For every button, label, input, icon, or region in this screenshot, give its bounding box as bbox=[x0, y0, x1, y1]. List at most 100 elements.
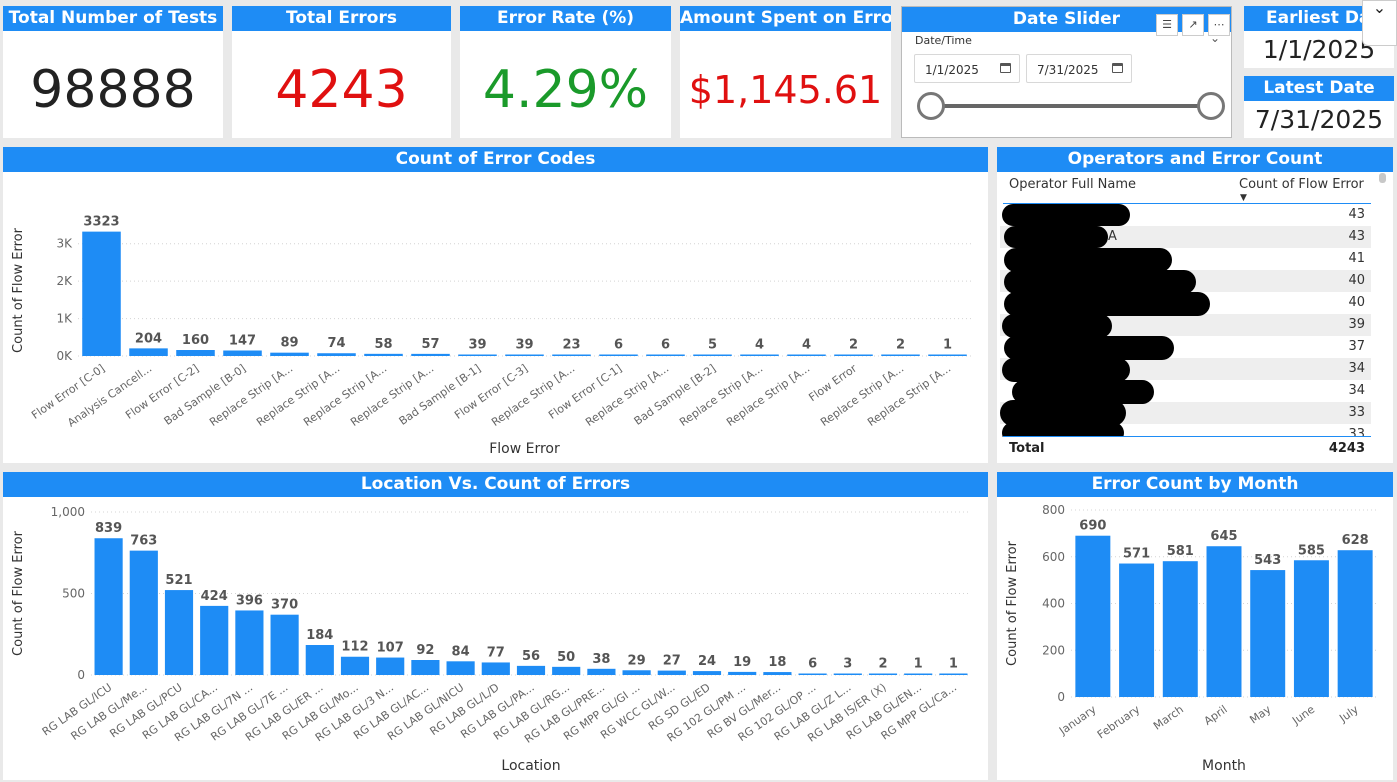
end-date-input[interactable]: 7/31/2025 bbox=[1026, 54, 1132, 83]
data-label: 39 bbox=[468, 338, 486, 353]
bar bbox=[164, 590, 194, 675]
redacted-name bbox=[1004, 292, 1210, 316]
calendar-icon[interactable] bbox=[1112, 63, 1123, 73]
bar bbox=[235, 610, 264, 675]
data-label: 424 bbox=[201, 589, 228, 604]
kpi-total-tests-value: 98888 bbox=[30, 60, 196, 120]
y-tick-label: 3K bbox=[56, 237, 73, 251]
y-tick-label: 800 bbox=[1042, 503, 1065, 517]
x-tick-label: February bbox=[1095, 703, 1143, 742]
bar bbox=[599, 354, 638, 356]
chevron-down-icon[interactable]: ⌄ bbox=[1210, 31, 1220, 45]
data-label: 112 bbox=[341, 640, 368, 655]
filter-icon[interactable]: ☰ bbox=[1156, 14, 1178, 36]
y-axis-title: Count of Flow Error bbox=[1005, 540, 1020, 666]
bar bbox=[1206, 546, 1242, 697]
bar bbox=[622, 670, 651, 675]
data-label: 24 bbox=[698, 654, 716, 669]
data-label: 57 bbox=[421, 337, 439, 352]
sort-descending-icon[interactable]: ▼ bbox=[1240, 193, 1247, 203]
kpi-total-tests-card: Total Number of Tests 98888 bbox=[3, 6, 223, 138]
data-label: 58 bbox=[374, 337, 392, 352]
location-chart: 05001,000839RG LAB GL/ICU763RG LAB GL/Me… bbox=[11, 505, 971, 774]
kpi-total-errors-card: Total Errors 4243 bbox=[232, 6, 451, 138]
x-tick-label: Bad Sample [B-0] bbox=[162, 362, 249, 428]
calendar-icon[interactable] bbox=[1000, 63, 1011, 73]
y-tick-label: 500 bbox=[62, 587, 85, 601]
collapse-chevron-icon[interactable]: ⌄ bbox=[1362, 0, 1397, 46]
error-codes-chart-card: Count of Error Codes 0K 1K 2K 3K 3323 Flow Er… bbox=[3, 147, 988, 463]
bar bbox=[129, 348, 168, 356]
data-label: 6 bbox=[808, 657, 817, 672]
kpi-total-errors-value: 4243 bbox=[275, 60, 408, 120]
focus-mode-icon[interactable]: ↗ bbox=[1182, 14, 1204, 36]
month-chart: 0 200 400 600 800 690 January 571 February 581 Mar… bbox=[1005, 503, 1377, 774]
bar bbox=[129, 550, 158, 675]
data-label: 6 bbox=[614, 338, 623, 353]
bar bbox=[868, 673, 898, 675]
bar bbox=[834, 354, 873, 356]
x-tick-label: Replace Strip [A... bbox=[865, 362, 953, 429]
data-label: 204 bbox=[135, 331, 162, 346]
bar bbox=[270, 352, 309, 356]
bar bbox=[740, 354, 779, 356]
bar bbox=[928, 354, 967, 356]
bar bbox=[411, 660, 440, 675]
x-tick-label: Replace Strip [A... bbox=[489, 362, 577, 429]
data-label: 50 bbox=[557, 650, 575, 665]
kpi-error-rate-title: Error Rate (%) bbox=[460, 6, 671, 31]
kpi-total-tests-title: Total Number of Tests bbox=[3, 6, 223, 31]
x-tick-label: Replace Strip [A... bbox=[724, 362, 812, 429]
kpi-error-rate-value: 4.29% bbox=[482, 60, 649, 120]
table-scrollbar[interactable] bbox=[1379, 173, 1386, 183]
bar bbox=[516, 665, 546, 675]
data-label: 645 bbox=[1210, 529, 1237, 544]
data-label: 3 bbox=[843, 657, 852, 672]
bar bbox=[728, 671, 757, 675]
bar bbox=[587, 668, 616, 675]
bar bbox=[692, 671, 722, 675]
data-label: 5 bbox=[708, 338, 717, 353]
data-label: 2 bbox=[878, 657, 887, 672]
kpi-amount-spent-value: $1,145.61 bbox=[688, 68, 883, 112]
bar bbox=[376, 657, 405, 675]
x-tick-label: April bbox=[1202, 703, 1230, 728]
y-tick-label: 0 bbox=[77, 668, 85, 682]
x-tick-label: Replace Strip [A... bbox=[301, 362, 389, 429]
bar bbox=[763, 672, 792, 675]
start-date-input[interactable]: 1/1/2025 bbox=[914, 54, 1020, 83]
x-tick-label: Replace Strip [A... bbox=[254, 362, 342, 429]
bar bbox=[270, 614, 299, 675]
error-codes-chart: 0K1K2K3K3323Flow Error [C-0]204Analysis … bbox=[11, 215, 971, 457]
data-label: 107 bbox=[377, 641, 404, 656]
redacted-name bbox=[1002, 204, 1130, 226]
slider-end-handle[interactable] bbox=[1197, 92, 1225, 120]
data-label: 84 bbox=[452, 644, 470, 659]
kpi-total-errors-title: Total Errors bbox=[232, 6, 451, 31]
data-label: 571 bbox=[1123, 547, 1150, 562]
bar bbox=[340, 656, 370, 675]
bar bbox=[881, 354, 920, 356]
slider-start-handle[interactable] bbox=[917, 92, 945, 120]
flow-error-count-header[interactable]: Count of Flow Error bbox=[1239, 177, 1364, 192]
data-label: 77 bbox=[487, 645, 505, 660]
x-axis-title: Location bbox=[501, 758, 560, 774]
bar bbox=[833, 673, 862, 675]
data-label: 147 bbox=[229, 333, 256, 348]
bar bbox=[1075, 535, 1111, 697]
operators-table-card: Operators and Error Count Operator Full … bbox=[997, 147, 1393, 463]
x-tick-label: Replace Strip [A... bbox=[348, 362, 436, 429]
bar bbox=[82, 231, 121, 356]
slider-track[interactable] bbox=[928, 104, 1214, 108]
bar bbox=[223, 350, 262, 356]
bar bbox=[505, 354, 544, 356]
bar bbox=[481, 662, 510, 675]
data-label: 1 bbox=[914, 657, 923, 672]
y-tick-label: 2K bbox=[56, 274, 73, 288]
operator-name-header[interactable]: Operator Full Name bbox=[1009, 177, 1136, 192]
data-label: 18 bbox=[768, 655, 786, 670]
redacted-name bbox=[1002, 314, 1112, 338]
bar bbox=[200, 605, 229, 675]
kpi-amount-spent-card: Amount Spent on Errors $1,145.61 bbox=[680, 6, 891, 138]
x-tick-label: Replace Strip [A... bbox=[818, 362, 906, 429]
